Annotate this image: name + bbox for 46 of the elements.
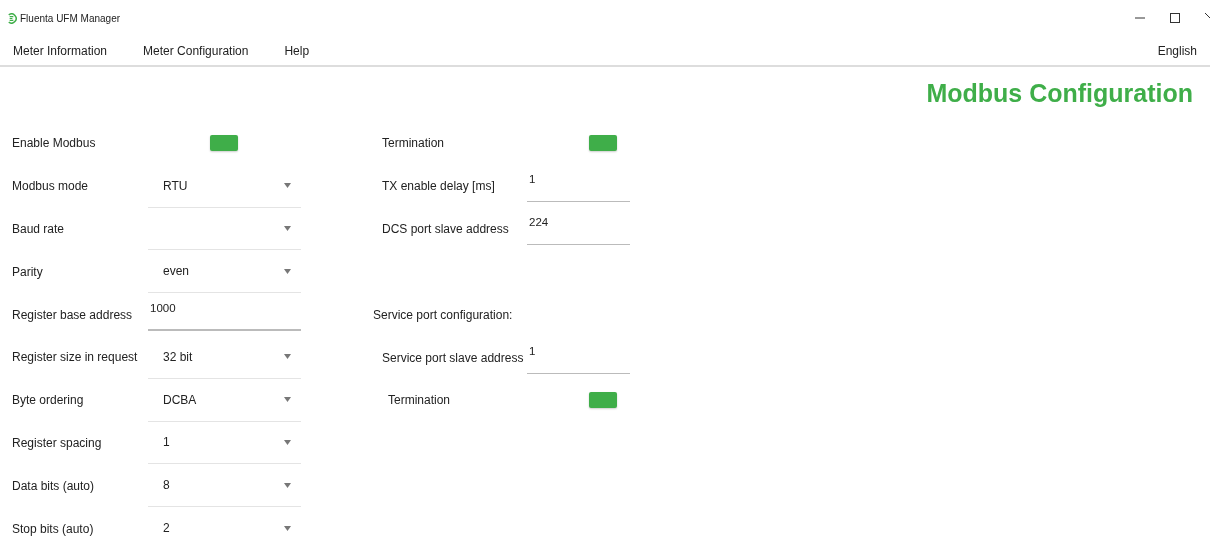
field-label: Data bits (auto) <box>12 478 96 493</box>
input-field[interactable]: 1000 <box>148 298 301 331</box>
caret-icon <box>284 226 291 231</box>
field-label: Enable Modbus <box>12 136 97 151</box>
caret-icon <box>284 268 291 274</box>
field-label: TX enable delay [ms] <box>382 179 496 194</box>
dropdown[interactable]: even <box>148 250 301 294</box>
input-field[interactable]: 1 <box>527 341 630 374</box>
caret-icon <box>284 354 291 360</box>
caret-icon <box>284 525 291 531</box>
logo-icon <box>6 12 17 24</box>
dropdown[interactable]: 2 <box>148 507 301 539</box>
field-label: Service port slave address <box>382 350 525 365</box>
page-title: Modbus Configuration <box>926 79 1193 109</box>
field-label: DCS port slave address <box>382 222 510 236</box>
toggle-switch[interactable] <box>210 135 238 152</box>
maximize-icon[interactable] <box>1170 13 1180 23</box>
dropdown[interactable]: DCBA <box>148 378 301 422</box>
field-label: Parity <box>12 264 44 279</box>
caret-icon <box>284 482 291 488</box>
language-menu[interactable]: English <box>1157 43 1197 58</box>
menu-item[interactable]: Meter Information <box>13 43 108 58</box>
dropdown[interactable]: 32 bit <box>148 336 301 379</box>
field-label: Byte ordering <box>12 393 85 408</box>
toggle-switch[interactable] <box>589 135 617 152</box>
caret-icon <box>284 397 291 403</box>
caret-icon <box>284 439 291 445</box>
toggle-switch[interactable] <box>589 392 617 409</box>
section-heading: Service port configuration: <box>373 307 513 322</box>
field-label: Termination <box>382 136 446 151</box>
menu-item[interactable]: Meter Configuration <box>143 43 249 58</box>
field-label: Baud rate <box>12 222 66 236</box>
field-label: Termination <box>387 393 452 408</box>
field-label: Register base address <box>12 307 134 322</box>
input-field[interactable]: 1 <box>527 170 630 203</box>
caret-icon <box>284 183 291 189</box>
field-label: Register size in request <box>12 350 139 365</box>
field-label: Register spacing <box>12 435 103 450</box>
field-label: Modbus mode <box>12 179 90 194</box>
field-label: Stop bits (auto) <box>12 521 95 536</box>
input-field[interactable]: 224 <box>527 213 630 245</box>
window-title: Fluenta UFM Manager <box>20 12 121 24</box>
dropdown[interactable]: 8 <box>148 464 301 508</box>
dropdown[interactable]: RTU <box>148 164 301 208</box>
menu-item[interactable]: Help <box>284 43 310 58</box>
dropdown[interactable]: 1 <box>148 421 301 465</box>
